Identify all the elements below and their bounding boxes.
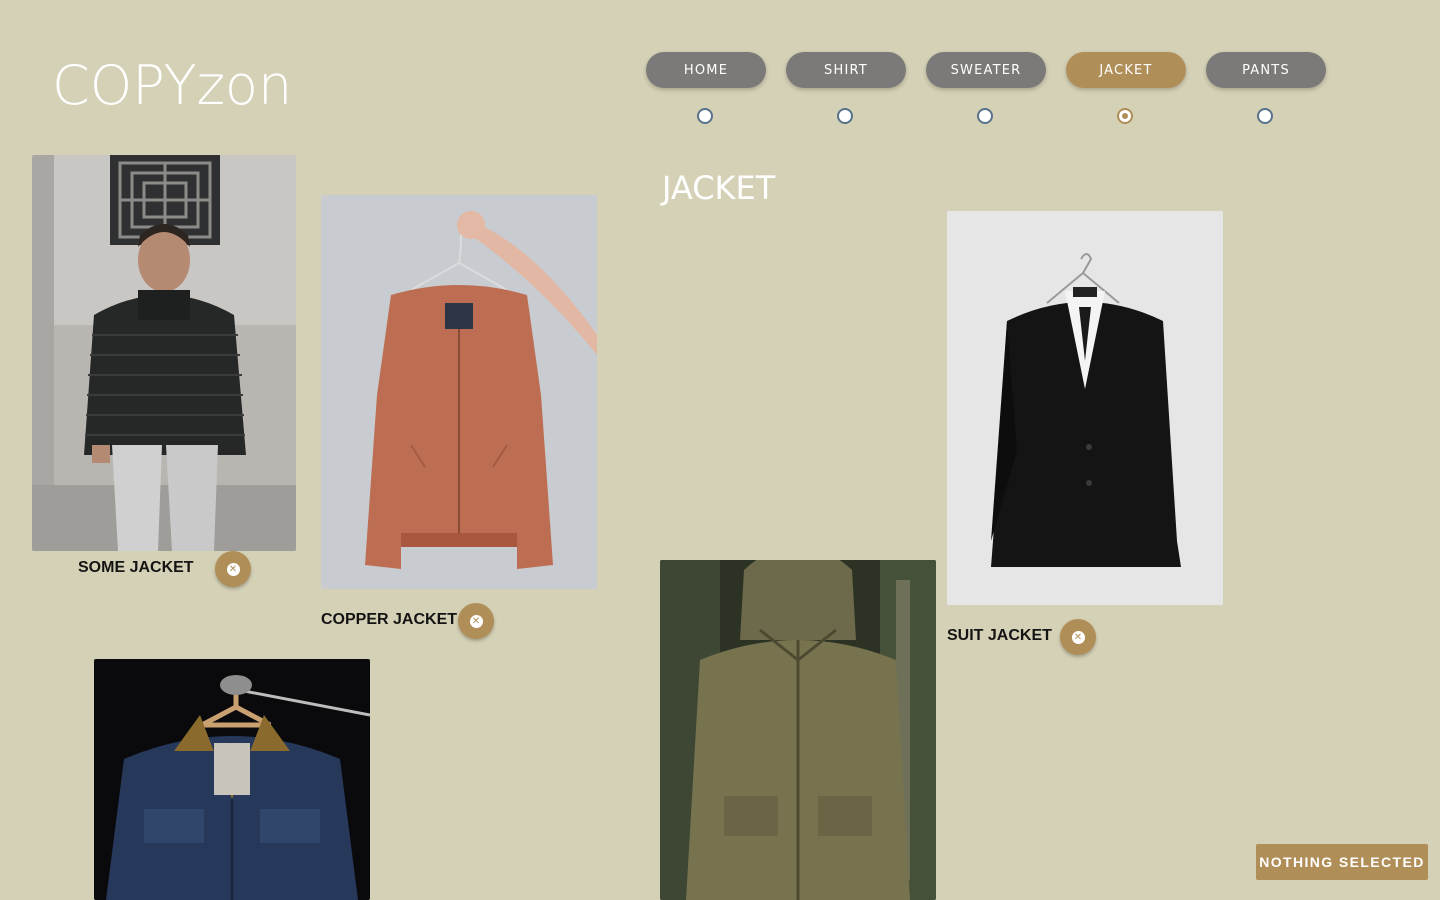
product-label-suit-jacket: SUIT JACKET bbox=[947, 627, 1052, 644]
product-image-some-jacket[interactable] bbox=[32, 155, 296, 551]
product-label-some-jacket: SOME JACKET bbox=[78, 559, 194, 576]
logo: COPYzon bbox=[52, 54, 293, 117]
close-circle-icon: ✕ bbox=[469, 614, 483, 628]
remove-suit-jacket-button[interactable]: ✕ bbox=[1060, 619, 1096, 655]
product-label-copper-jacket: COPPER JACKET bbox=[321, 611, 458, 628]
radio-shirt[interactable] bbox=[837, 108, 853, 124]
product-image-olive-parka[interactable] bbox=[660, 560, 936, 900]
radio-jacket[interactable] bbox=[1117, 108, 1133, 124]
product-image-copper-jacket[interactable] bbox=[321, 195, 597, 589]
close-circle-icon: ✕ bbox=[226, 562, 240, 576]
radio-sweater[interactable] bbox=[977, 108, 993, 124]
close-circle-icon: ✕ bbox=[1071, 630, 1085, 644]
page: COPYzon HOME SHIRT SWEATER JACKET PANTS … bbox=[0, 0, 1440, 900]
product-image-denim-jacket[interactable] bbox=[94, 659, 370, 900]
nav-home-button[interactable]: HOME bbox=[646, 52, 766, 88]
radio-home[interactable] bbox=[697, 108, 713, 124]
radio-pants[interactable] bbox=[1257, 108, 1273, 124]
nav-pants-button[interactable]: PANTS bbox=[1206, 52, 1326, 88]
remove-copper-jacket-button[interactable]: ✕ bbox=[458, 603, 494, 639]
nav-jacket-button[interactable]: JACKET bbox=[1066, 52, 1186, 88]
product-image-suit-jacket[interactable] bbox=[947, 211, 1223, 605]
nav-shirt-button[interactable]: SHIRT bbox=[786, 52, 906, 88]
selection-status-button[interactable]: NOTHING SELECTED bbox=[1256, 844, 1428, 880]
remove-some-jacket-button[interactable]: ✕ bbox=[215, 551, 251, 587]
section-title: JACKET bbox=[662, 169, 776, 207]
nav-sweater-button[interactable]: SWEATER bbox=[926, 52, 1046, 88]
